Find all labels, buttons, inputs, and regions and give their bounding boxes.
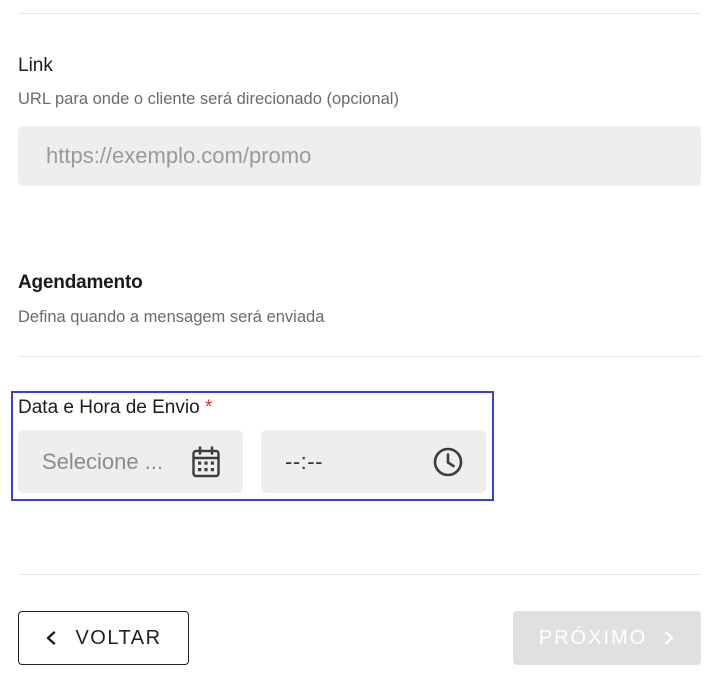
footer-divider [18, 574, 701, 575]
schedule-title: Agendamento [18, 272, 143, 293]
chevron-left-icon [45, 630, 57, 646]
time-picker[interactable]: --:-- [261, 430, 486, 493]
back-button[interactable]: VOLTAR [18, 611, 189, 665]
required-mark: * [204, 397, 213, 418]
date-picker[interactable]: Selecione ... [18, 430, 243, 493]
link-hint: URL para onde o cliente será direcionado… [18, 90, 399, 108]
back-button-label: VOLTAR [75, 626, 162, 649]
date-picker-placeholder: Selecione ... [42, 448, 164, 474]
calendar-icon[interactable] [191, 445, 221, 478]
link-label: Link [18, 55, 53, 76]
link-input-container[interactable] [18, 126, 701, 186]
schedule-hint: Defina quando a mensagem será enviada [18, 308, 325, 326]
link-input[interactable] [44, 142, 675, 170]
schedule-divider [18, 356, 701, 357]
time-picker-placeholder: --:-- [285, 448, 323, 474]
clock-icon[interactable] [432, 446, 464, 478]
top-divider [18, 13, 701, 14]
chevron-right-icon [663, 630, 675, 646]
send-datetime-label-text: Data e Hora de Envio [18, 397, 200, 418]
send-datetime-label: Data e Hora de Envio * [18, 397, 212, 419]
next-button-label: PRÓXIMO [538, 626, 648, 649]
next-button[interactable]: PRÓXIMO [513, 611, 701, 665]
